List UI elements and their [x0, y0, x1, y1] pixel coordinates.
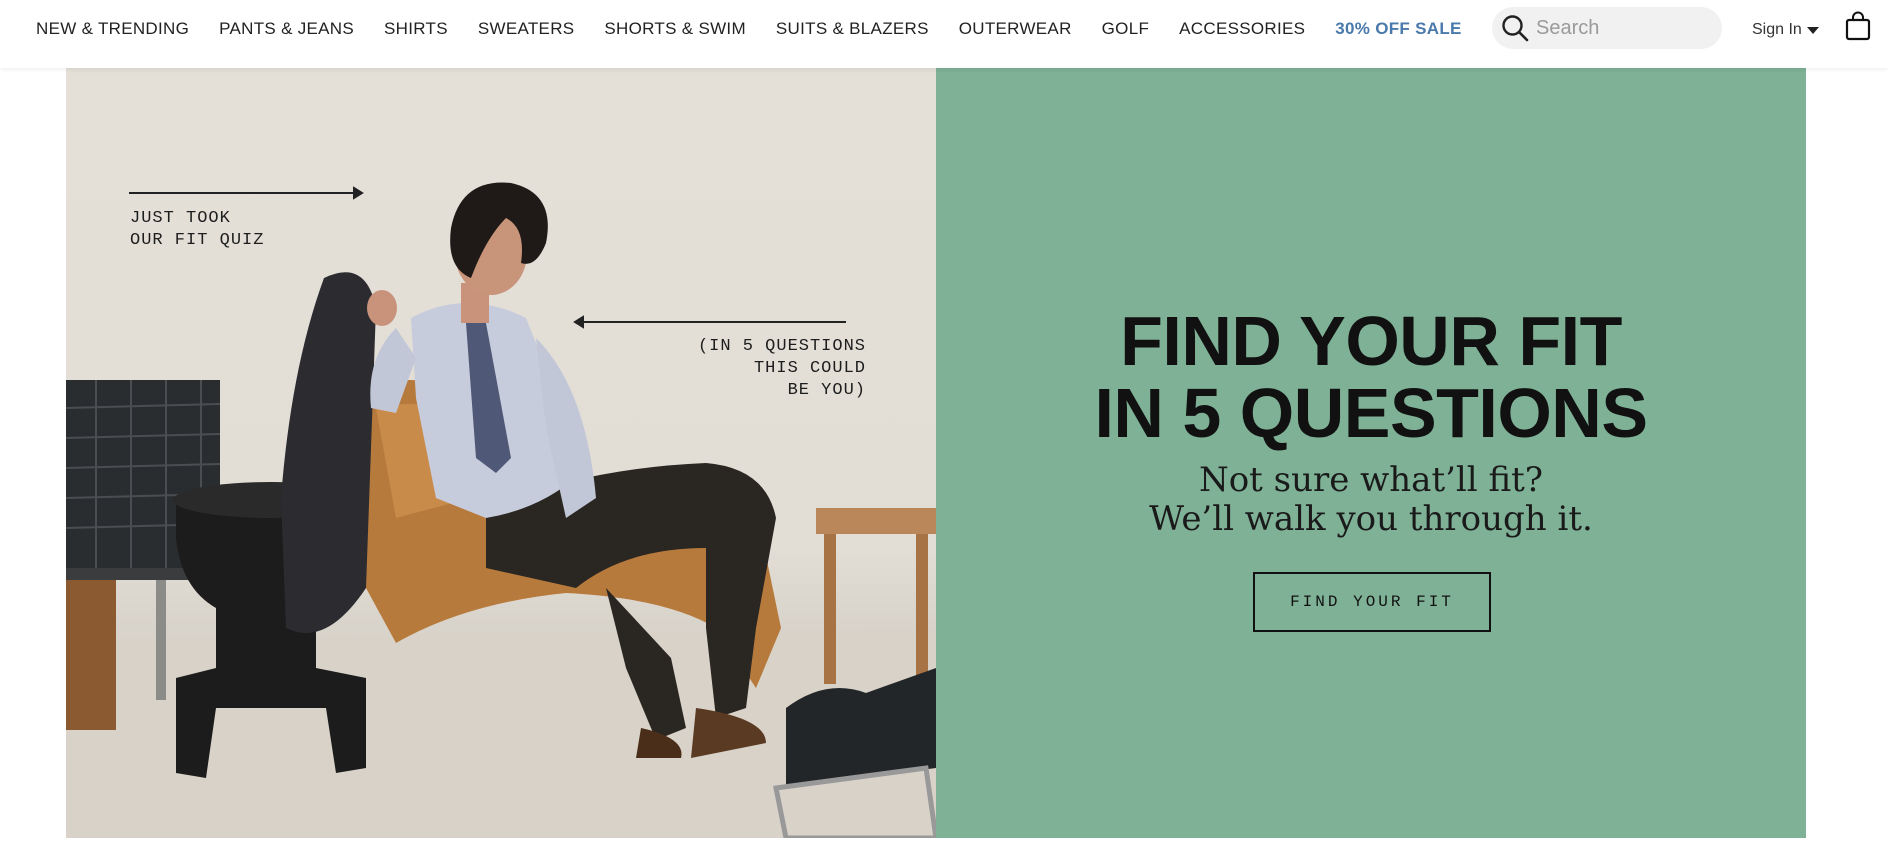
hero-model-illustration [66, 182, 936, 838]
nav-pants-jeans[interactable]: PANTS & JEANS [219, 19, 354, 39]
promo-subheadline: Not sure what’ll fit? We’ll walk you thr… [1149, 460, 1593, 539]
nav-shirts[interactable]: SHIRTS [384, 19, 448, 39]
annotation-fit-quiz: JUST TOOK OUR FIT QUIZ [130, 209, 265, 250]
search-icon[interactable] [1500, 13, 1530, 43]
caret-down-icon [1806, 26, 1819, 34]
nav-outerwear[interactable]: OUTERWEAR [959, 19, 1072, 39]
sign-in-menu[interactable]: Sign In [1752, 18, 1819, 42]
find-your-fit-button[interactable]: FIND YOUR FIT [1253, 572, 1491, 632]
fit-quiz-promo-panel: FIND YOUR FIT IN 5 QUESTIONS Not sure wh… [936, 68, 1806, 838]
nav-new-trending[interactable]: NEW & TRENDING [36, 19, 189, 39]
site-header: NEW & TRENDING PANTS & JEANS SHIRTS SWEA… [0, 0, 1888, 68]
search-input[interactable] [1536, 16, 1706, 40]
main-nav: NEW & TRENDING PANTS & JEANS SHIRTS SWEA… [36, 0, 1492, 58]
promo-headline: FIND YOUR FIT IN 5 QUESTIONS [1094, 302, 1648, 452]
nav-golf[interactable]: GOLF [1102, 19, 1150, 39]
nav-sweaters[interactable]: SWEATERS [478, 19, 575, 39]
sign-in-label: Sign In [1752, 21, 1802, 38]
annotation-five-questions: (IN 5 QUESTIONS THIS COULD BE YOU) [697, 337, 866, 400]
nav-shorts-swim[interactable]: SHORTS & SWIM [604, 19, 746, 39]
nav-suits-blazers[interactable]: SUITS & BLAZERS [776, 19, 929, 39]
nav-accessories[interactable]: ACCESSORIES [1179, 19, 1305, 39]
shopping-bag-icon[interactable] [1845, 11, 1871, 41]
search-box[interactable] [1492, 7, 1722, 49]
nav-sale[interactable]: 30% OFF SALE [1335, 19, 1461, 39]
hero-image-panel: JUST TOOK OUR FIT QUIZ (IN 5 QUESTIONS T… [66, 68, 936, 838]
